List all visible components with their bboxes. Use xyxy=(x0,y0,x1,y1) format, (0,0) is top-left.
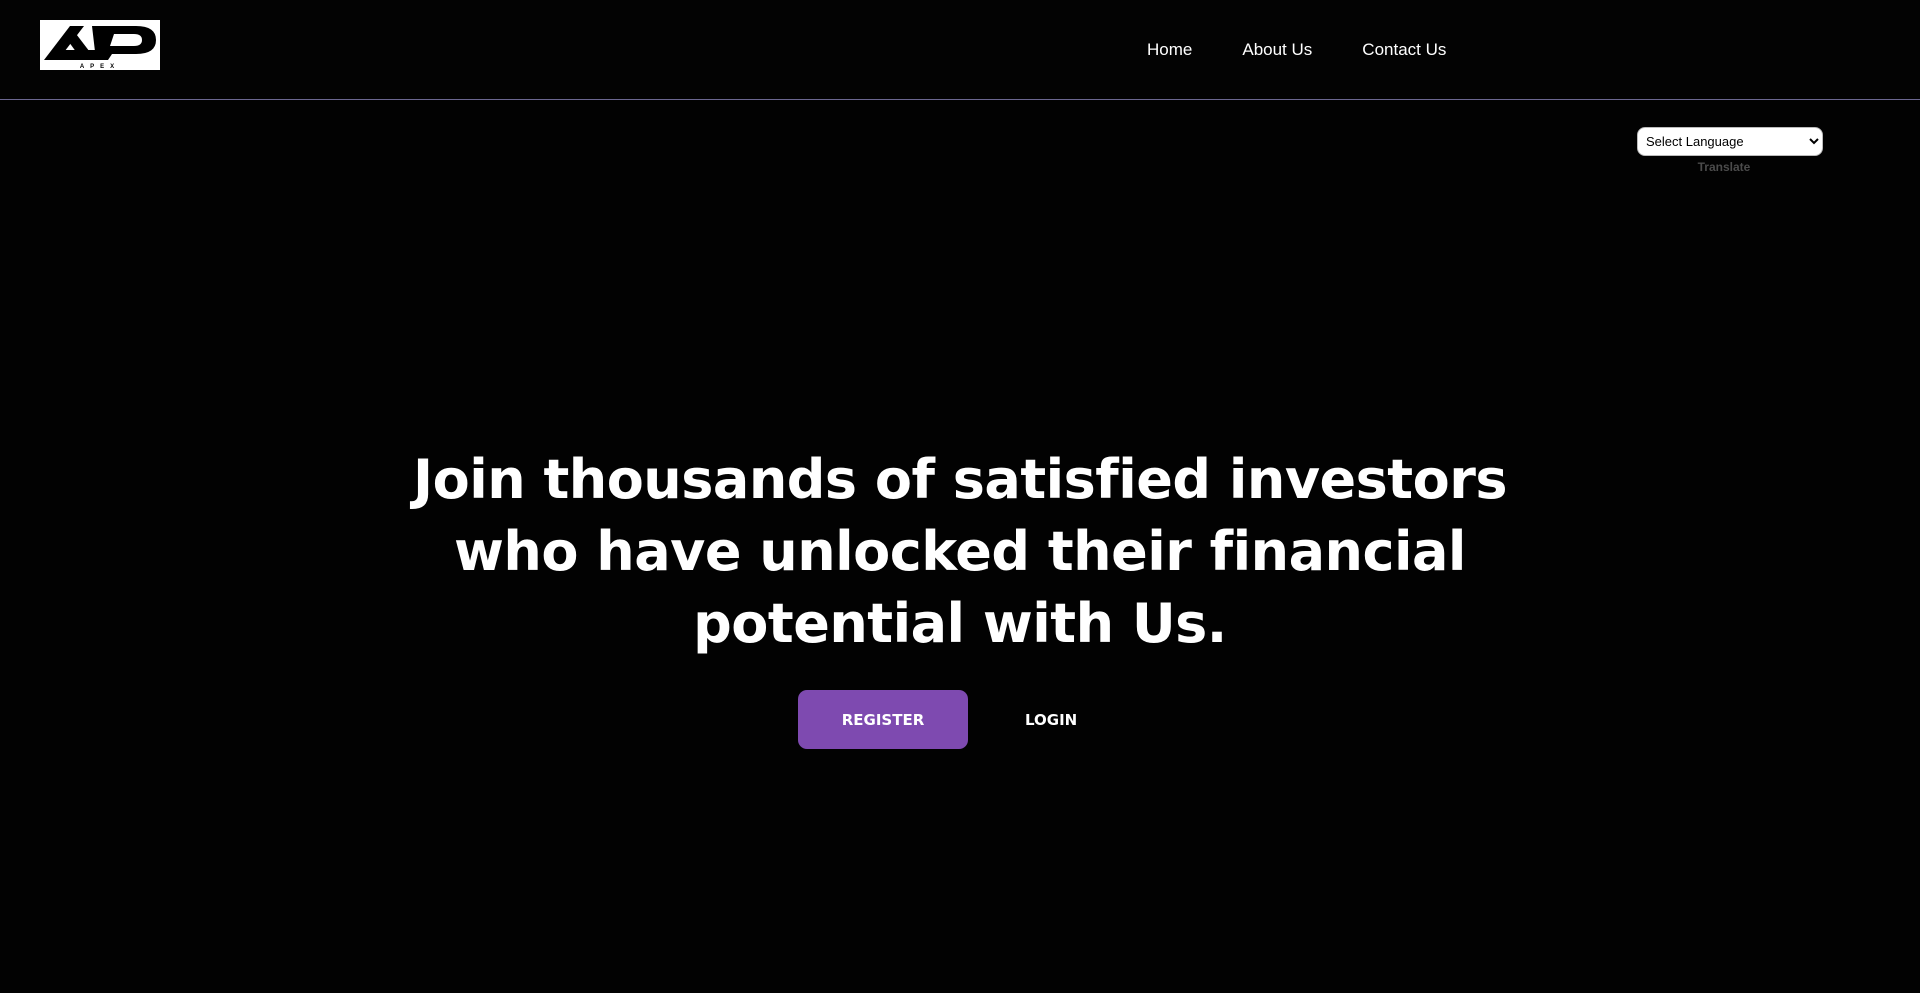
login-button[interactable]: LOGIN xyxy=(1025,711,1077,729)
logo-text: APEX xyxy=(79,64,121,70)
nav-contact-us-link[interactable]: Contact Us xyxy=(1362,38,1446,62)
register-button[interactable]: REGISTER xyxy=(798,690,968,749)
site-header: APEX Home About Us Contact Us xyxy=(0,0,1920,100)
apex-logo-icon xyxy=(40,20,160,70)
main-nav: Home About Us Contact Us xyxy=(1147,38,1496,62)
translate-widget: Select Language Translate xyxy=(1637,127,1823,174)
hero-actions: REGISTER LOGIN xyxy=(798,690,1077,749)
nav-about-us-link[interactable]: About Us xyxy=(1242,38,1312,62)
language-select[interactable]: Select Language xyxy=(1637,127,1823,156)
hero-title: Join thousands of satisfied investors wh… xyxy=(413,448,1507,655)
apex-logo[interactable]: APEX xyxy=(40,20,160,70)
nav-home-link[interactable]: Home xyxy=(1147,38,1192,62)
translate-link[interactable]: Translate xyxy=(1625,160,1823,174)
